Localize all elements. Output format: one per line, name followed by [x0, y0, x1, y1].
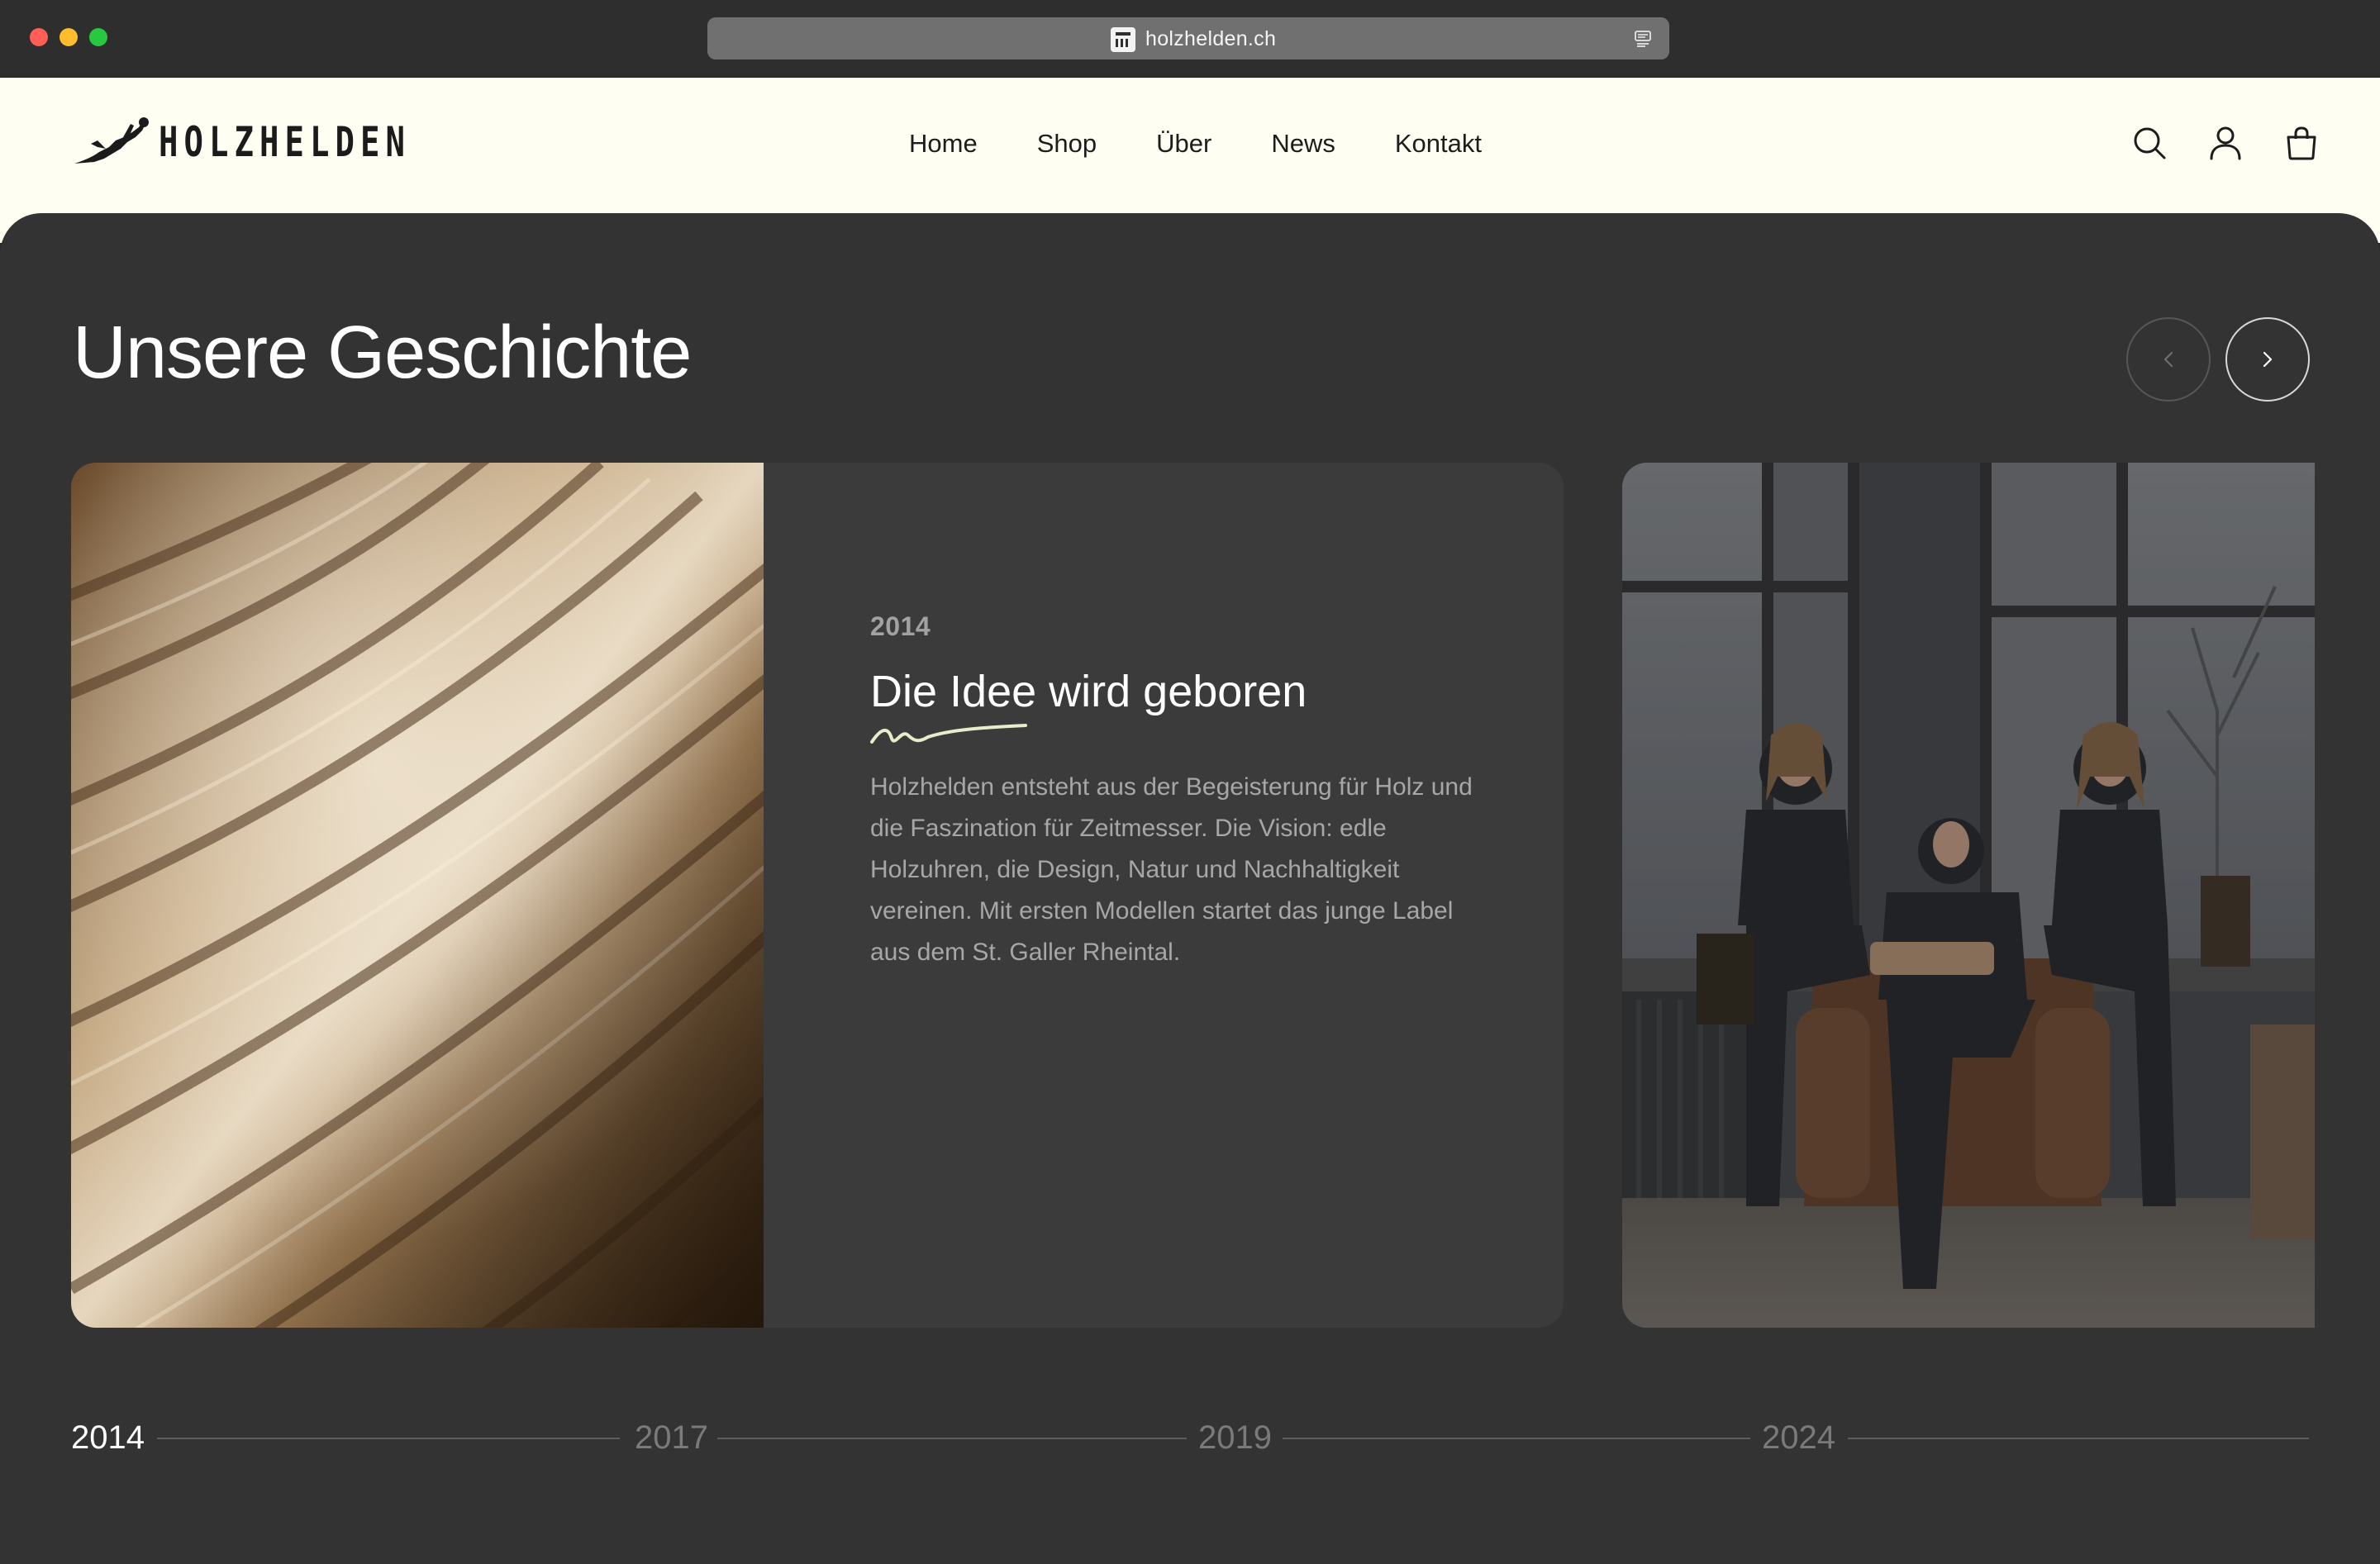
timeline-year-2024[interactable]: 2024 — [1762, 1419, 1835, 1457]
search-icon[interactable] — [2130, 124, 2168, 162]
history-section: Unsere Geschichte 2014 Die Idee wird geb… — [0, 213, 2380, 1564]
slide-heading: Die Idee wird geboren — [870, 666, 1307, 717]
nav-home[interactable]: Home — [909, 129, 978, 159]
chevron-left-icon — [2163, 351, 2173, 368]
site-favicon-icon — [1111, 27, 1135, 52]
wood-grain-image — [71, 463, 764, 1328]
close-window-button[interactable] — [30, 28, 48, 46]
nav-kontakt[interactable]: Kontakt — [1395, 129, 1482, 159]
minimize-window-button[interactable] — [60, 28, 78, 46]
header-actions — [2130, 124, 2320, 162]
carousel-next-button[interactable] — [2225, 317, 2310, 402]
history-slide-2014: 2014 Die Idee wird geboren Holzhelden en… — [71, 463, 1564, 1328]
zoom-window-button[interactable] — [89, 28, 107, 46]
slide-description: Holzhelden entsteht aus der Begeisterung… — [870, 773, 1473, 966]
slide-heading-rest: wird geboren — [1036, 667, 1307, 716]
nav-ueber[interactable]: Über — [1156, 129, 1211, 159]
timeline-year-2017[interactable]: 2017 — [635, 1419, 708, 1457]
slide-year: 2014 — [870, 611, 931, 641]
logo-link[interactable]: HOLZHELDEN — [73, 116, 482, 169]
section-title: Unsere Geschichte — [73, 311, 692, 394]
flying-hero-logo-icon — [74, 117, 149, 164]
squiggle-underline-icon — [870, 724, 1027, 744]
timeline-connector — [1848, 1438, 2309, 1439]
address-bar-url: holzhelden.ch — [1145, 27, 1277, 50]
timeline: 2014 2017 2019 2024 — [71, 1413, 2309, 1462]
reader-mode-icon[interactable] — [1633, 29, 1653, 49]
logo-wordmark: HOLZHELDEN — [159, 118, 412, 166]
nav-shop[interactable]: Shop — [1037, 129, 1097, 159]
nav-news[interactable]: News — [1271, 129, 1335, 159]
timeline-connector — [717, 1438, 1187, 1439]
address-bar[interactable]: holzhelden.ch — [707, 17, 1669, 59]
shopping-bag-icon[interactable] — [2282, 124, 2320, 162]
timeline-connector — [1283, 1438, 1750, 1439]
slide-heading-highlight: Die Idee — [870, 667, 1037, 716]
timeline-year-2014[interactable]: 2014 — [71, 1419, 145, 1457]
browser-chrome: holzhelden.ch — [0, 0, 2380, 78]
carousel-prev-button[interactable] — [2126, 317, 2211, 402]
main-navigation: Home Shop Über News Kontakt — [909, 129, 1482, 159]
chevron-right-icon — [2263, 351, 2273, 368]
timeline-connector — [157, 1438, 620, 1439]
team-photo-image[interactable] — [1622, 463, 2315, 1328]
timeline-year-2019[interactable]: 2019 — [1198, 1419, 1272, 1457]
account-icon[interactable] — [2206, 124, 2244, 162]
